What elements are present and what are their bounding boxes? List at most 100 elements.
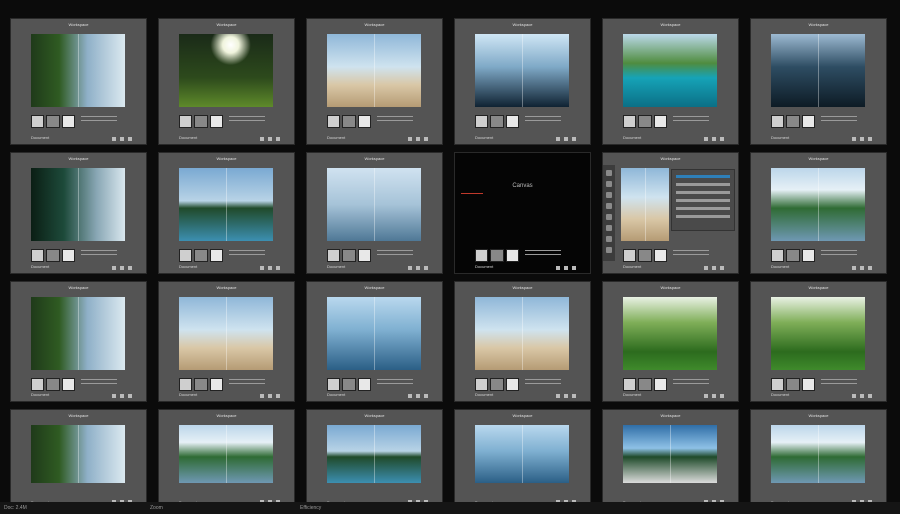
thumbnail[interactable] [653,115,667,128]
app-window-tile[interactable]: WorkspaceDocument [750,409,887,508]
thumbnail[interactable] [623,115,637,128]
thumbnail[interactable] [179,249,193,262]
thumbnail[interactable] [638,115,652,128]
thumbnail[interactable] [31,378,45,391]
thumbnail[interactable] [209,115,223,128]
hand-icon[interactable] [852,394,856,398]
photo-canvas[interactable] [31,425,125,483]
photo-canvas[interactable] [475,425,569,483]
zoom-icon[interactable] [860,266,864,270]
thumbnail[interactable] [801,115,815,128]
photo-canvas[interactable] [621,168,669,241]
settings-icon[interactable] [720,266,724,270]
settings-icon[interactable] [424,394,428,398]
hand-icon[interactable] [260,394,264,398]
thumbnail[interactable] [475,249,489,262]
compare-divider[interactable] [522,297,523,370]
tool-icon[interactable] [606,225,612,231]
layer-row[interactable] [676,183,730,186]
hand-icon[interactable] [112,394,116,398]
hand-icon[interactable] [260,266,264,270]
app-window-tile[interactable]: WorkspaceDocument [10,409,147,508]
app-window-tile[interactable]: WorkspaceDocument [602,409,739,508]
zoom-icon[interactable] [416,266,420,270]
thumbnail[interactable] [638,249,652,262]
thumbnail[interactable] [342,249,356,262]
app-window-tile[interactable]: WorkspaceDocument [158,281,295,402]
thumbnail[interactable] [490,249,504,262]
app-window-tile[interactable]: WorkspaceDocument [750,281,887,402]
app-window-tile[interactable]: WorkspaceDocument [10,152,147,274]
tool-icon[interactable] [606,214,612,220]
photo-canvas[interactable] [771,34,865,107]
hand-icon[interactable] [704,266,708,270]
zoom-icon[interactable] [564,394,568,398]
hand-icon[interactable] [704,394,708,398]
app-window-tile[interactable]: WorkspaceDocument [602,18,739,145]
compare-divider[interactable] [645,168,646,241]
tool-icon[interactable] [606,170,612,176]
settings-icon[interactable] [572,394,576,398]
photo-canvas[interactable] [475,34,569,107]
tools-panel[interactable] [603,165,615,261]
thumbnail[interactable] [801,249,815,262]
photo-canvas[interactable] [327,168,421,241]
compare-divider[interactable] [818,34,819,107]
compare-divider[interactable] [374,168,375,241]
settings-icon[interactable] [572,137,576,141]
settings-icon[interactable] [868,137,872,141]
thumbnail[interactable] [179,378,193,391]
hand-icon[interactable] [260,137,264,141]
thumbnail[interactable] [194,115,208,128]
thumbnail[interactable] [771,115,785,128]
zoom-icon[interactable] [712,394,716,398]
app-window-tile[interactable]: WorkspaceDocument [454,281,591,402]
thumbnail[interactable] [490,115,504,128]
settings-icon[interactable] [128,266,132,270]
app-window-tile[interactable]: WorkspaceDocument [306,281,443,402]
compare-divider[interactable] [226,425,227,483]
hand-icon[interactable] [556,137,560,141]
thumbnail[interactable] [61,249,75,262]
hand-icon[interactable] [408,394,412,398]
zoom-icon[interactable] [416,394,420,398]
compare-divider[interactable] [374,297,375,370]
photo-canvas[interactable] [31,297,125,370]
zoom-icon[interactable] [268,394,272,398]
compare-divider[interactable] [78,425,79,483]
zoom-icon[interactable] [564,137,568,141]
thumbnail[interactable] [179,115,193,128]
settings-icon[interactable] [572,266,576,270]
thumbnail[interactable] [638,378,652,391]
app-window-tile[interactable]: WorkspaceDocument [306,152,443,274]
thumbnail[interactable] [31,249,45,262]
layer-row[interactable] [676,215,730,218]
settings-icon[interactable] [276,137,280,141]
thumbnail[interactable] [61,115,75,128]
zoom-icon[interactable] [120,394,124,398]
thumbnail[interactable] [786,115,800,128]
thumbnail[interactable] [505,249,519,262]
hand-icon[interactable] [408,137,412,141]
thumbnail[interactable] [801,378,815,391]
compare-divider[interactable] [78,168,79,241]
zoom-icon[interactable] [120,137,124,141]
compare-divider[interactable] [818,425,819,483]
photo-canvas[interactable] [771,168,865,241]
settings-icon[interactable] [424,137,428,141]
thumbnail[interactable] [46,249,60,262]
compare-divider[interactable] [670,425,671,483]
thumbnail[interactable] [342,378,356,391]
photo-canvas[interactable] [771,297,865,370]
app-window-tile[interactable]: WorkspaceDocument [158,409,295,508]
thumbnail[interactable] [786,378,800,391]
layer-row[interactable] [676,207,730,210]
thumbnail[interactable] [31,115,45,128]
thumbnail[interactable] [327,249,341,262]
thumbnail[interactable] [327,115,341,128]
thumbnail[interactable] [771,378,785,391]
zoom-icon[interactable] [416,137,420,141]
settings-icon[interactable] [868,394,872,398]
compare-divider[interactable] [78,297,79,370]
layer-row[interactable] [676,191,730,194]
